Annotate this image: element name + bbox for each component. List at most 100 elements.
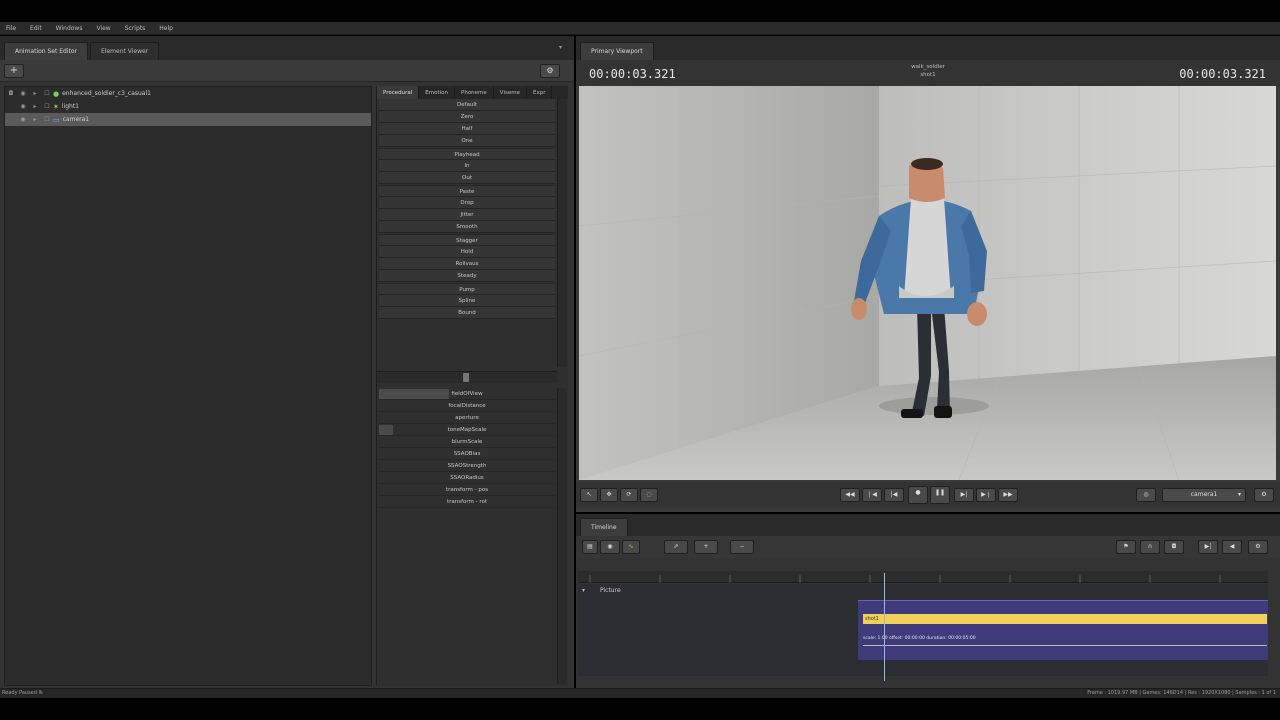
viewport-render[interactable] bbox=[579, 86, 1276, 480]
preset-button[interactable]: Hold bbox=[379, 246, 555, 258]
sliders-scrollbar[interactable] bbox=[557, 388, 567, 684]
tab-element-viewer[interactable]: Element Viewer bbox=[90, 42, 160, 60]
preset-button[interactable]: Pump bbox=[379, 283, 555, 295]
timeline-ruler[interactable] bbox=[578, 571, 1268, 583]
slider-label: transform - rot bbox=[446, 499, 488, 505]
checkbox[interactable]: ☐ bbox=[41, 103, 53, 110]
shot-clip[interactable]: shot1 bbox=[863, 614, 1267, 624]
track-expand-icon[interactable]: ▾ bbox=[582, 587, 585, 594]
film-clip-region[interactable] bbox=[858, 600, 1268, 660]
preset-button[interactable]: Steady bbox=[379, 270, 555, 282]
preset-button[interactable]: Default bbox=[379, 99, 555, 111]
control-slider[interactable]: focalDistance bbox=[379, 400, 555, 412]
preset-button[interactable]: Rollvaus bbox=[379, 258, 555, 270]
checkbox[interactable]: ☐ bbox=[41, 116, 53, 123]
tab-emotion[interactable]: Emotion bbox=[419, 86, 456, 99]
checkbox[interactable]: ☐ bbox=[41, 90, 53, 97]
select-tool-icon[interactable]: ↖ bbox=[580, 488, 598, 502]
tree-row[interactable]: ◉ ▸ ☐ ✶ light1 bbox=[5, 100, 371, 113]
preset-button[interactable]: Spline bbox=[379, 295, 555, 307]
blend-slider[interactable] bbox=[377, 371, 557, 383]
menu-help[interactable]: Help bbox=[159, 25, 173, 32]
control-slider[interactable]: fieldOfView bbox=[379, 388, 555, 400]
magnet-icon[interactable]: ∩ bbox=[1140, 540, 1160, 554]
tree-row[interactable]: ◉ ▸ ☐ ▭ camera1 bbox=[5, 113, 371, 126]
prev-frame-icon[interactable]: ❘◀ bbox=[862, 488, 882, 502]
control-slider[interactable]: SSAOBias bbox=[379, 448, 555, 460]
add-track-icon[interactable]: + bbox=[694, 540, 718, 554]
preset-button[interactable]: Out bbox=[379, 172, 555, 184]
panel-menu-icon[interactable]: ▾ bbox=[559, 44, 562, 51]
tab-expr[interactable]: Expr bbox=[527, 86, 553, 99]
preset-button[interactable]: Stagger bbox=[379, 234, 555, 246]
preset-button[interactable]: Playhead bbox=[379, 148, 555, 160]
clip-editor-icon[interactable]: ▤ bbox=[582, 540, 598, 554]
gear-icon[interactable]: ⚙ bbox=[540, 64, 560, 78]
rotate-tool-icon[interactable]: ⟳ bbox=[620, 488, 638, 502]
eye-icon[interactable]: ◉ bbox=[17, 116, 29, 123]
tab-primary-viewport[interactable]: Primary Viewport bbox=[580, 42, 654, 60]
next-frame-icon[interactable]: ▶❘ bbox=[976, 488, 996, 502]
record-icon[interactable]: ● bbox=[908, 486, 928, 504]
timeline-toolbar: ▤ ◉ ∿ ⇗ + − ⚑ ∩ ◘ ▶| ◀ ⚙ bbox=[576, 536, 1280, 558]
control-slider[interactable]: SSAOStrength bbox=[379, 460, 555, 472]
preset-button[interactable]: Smooth bbox=[379, 221, 555, 233]
control-slider[interactable]: blurmScale bbox=[379, 436, 555, 448]
tab-procedural[interactable]: Procedural bbox=[377, 86, 420, 99]
lock-icon[interactable]: ◘ bbox=[1164, 540, 1184, 554]
expand-arrow-icon[interactable]: ▸ bbox=[29, 116, 41, 123]
tree-row[interactable]: ◘ ◉ ▸ ☐ ● enhanced_soldier_c3_casual1 bbox=[5, 87, 371, 100]
move-tool-icon[interactable]: ✥ bbox=[600, 488, 618, 502]
preset-button[interactable]: Half bbox=[379, 123, 555, 135]
tab-phoneme[interactable]: Phoneme bbox=[455, 86, 494, 99]
control-slider[interactable]: aperture bbox=[379, 412, 555, 424]
tab-timeline[interactable]: Timeline bbox=[580, 518, 628, 536]
menu-windows[interactable]: Windows bbox=[56, 25, 83, 32]
timeline-playhead[interactable] bbox=[884, 573, 885, 681]
go-end-icon[interactable]: ▶| bbox=[1198, 540, 1218, 554]
preset-button[interactable]: Jitter bbox=[379, 209, 555, 221]
preset-button[interactable]: Drop bbox=[379, 197, 555, 209]
camera-toggle-icon[interactable]: ◎ bbox=[1136, 488, 1156, 502]
pause-icon[interactable]: ❚❚ bbox=[930, 486, 950, 504]
rewind-icon[interactable]: ◀◀ bbox=[840, 488, 860, 502]
timeline-settings-icon[interactable]: ⚙ bbox=[1248, 540, 1268, 554]
expand-arrow-icon[interactable]: ▸ bbox=[29, 90, 41, 97]
motion-editor-icon[interactable]: ◉ bbox=[600, 540, 620, 554]
preset-button[interactable]: In bbox=[379, 160, 555, 172]
control-slider[interactable]: SSAORadius bbox=[379, 472, 555, 484]
remove-track-icon[interactable]: − bbox=[730, 540, 754, 554]
lock-icon[interactable]: ◘ bbox=[5, 90, 17, 97]
expand-arrow-icon[interactable]: ▸ bbox=[29, 103, 41, 110]
tab-animation-set-editor[interactable]: Animation Set Editor bbox=[4, 42, 89, 60]
camera-icon: ▭ bbox=[53, 115, 60, 124]
graph-editor-icon[interactable]: ∿ bbox=[622, 540, 640, 554]
preset-button[interactable]: Bound bbox=[379, 307, 555, 319]
control-slider[interactable]: toneMapScale bbox=[379, 424, 555, 436]
camera-select[interactable]: camera1 ▾ bbox=[1162, 488, 1246, 502]
preset-button[interactable]: Paste bbox=[379, 185, 555, 197]
eye-icon[interactable]: ◉ bbox=[17, 90, 29, 97]
slider-fill bbox=[379, 389, 450, 399]
tab-viseme[interactable]: Viseme bbox=[494, 86, 527, 99]
menu-scripts[interactable]: Scripts bbox=[125, 25, 146, 32]
blend-slider-handle[interactable] bbox=[463, 373, 469, 382]
add-button[interactable]: + bbox=[4, 64, 24, 78]
audio-icon[interactable]: ◀ bbox=[1222, 540, 1242, 554]
orbit-tool-icon[interactable]: ◌ bbox=[640, 488, 658, 502]
viewport-settings-icon[interactable]: ⚙ bbox=[1254, 488, 1274, 502]
step-forward-icon[interactable]: ▶| bbox=[954, 488, 974, 502]
menu-file[interactable]: File bbox=[6, 25, 16, 32]
menu-edit[interactable]: Edit bbox=[30, 25, 42, 32]
preset-button[interactable]: One bbox=[379, 135, 555, 147]
preset-button[interactable]: Zero bbox=[379, 111, 555, 123]
step-back-icon[interactable]: |◀ bbox=[884, 488, 904, 502]
control-slider[interactable]: transform - pos bbox=[379, 484, 555, 496]
bookmark-icon[interactable]: ⚑ bbox=[1116, 540, 1136, 554]
menu-view[interactable]: View bbox=[96, 25, 110, 32]
eye-icon[interactable]: ◉ bbox=[17, 103, 29, 110]
pin-icon[interactable]: ⇗ bbox=[664, 540, 688, 554]
presets-scrollbar[interactable] bbox=[557, 99, 567, 367]
control-slider[interactable]: transform - rot bbox=[379, 496, 555, 508]
fast-forward-icon[interactable]: ▶▶ bbox=[998, 488, 1018, 502]
